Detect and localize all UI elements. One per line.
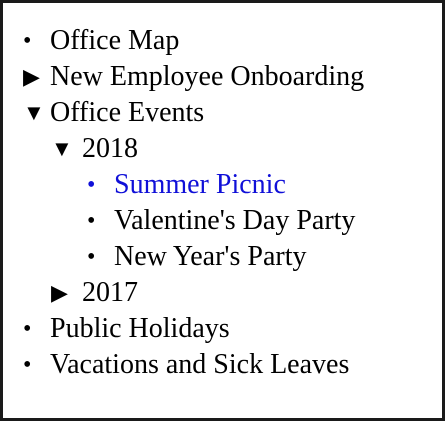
tree-item-label: Summer Picnic <box>114 169 286 200</box>
tree-view-panel: • Office Map ▶ New Employee Onboarding ▼… <box>0 0 445 421</box>
tree-item-label: Vacations and Sick Leaves <box>50 349 350 380</box>
tree-item-label: New Year's Party <box>114 241 307 272</box>
collapse-triangle-icon[interactable]: ▼ <box>23 95 47 131</box>
bullet-icon: • <box>23 28 32 54</box>
tree-item-label: New Employee Onboarding <box>50 61 365 92</box>
collapse-triangle-icon[interactable]: ▼ <box>51 131 75 167</box>
bullet-icon: • <box>23 352 32 378</box>
tree-item-label: Public Holidays <box>50 313 230 344</box>
tree-item-label: Valentine's Day Party <box>114 205 356 236</box>
bullet-icon: • <box>87 172 96 198</box>
expand-triangle-icon[interactable]: ▶ <box>23 59 47 95</box>
expand-triangle-icon[interactable]: ▶ <box>51 275 75 311</box>
bullet-icon: • <box>23 316 32 342</box>
tree-item-label: Office Map <box>50 25 180 56</box>
bullet-icon: • <box>87 244 96 270</box>
tree-item-label: 2018 <box>82 133 138 164</box>
tree-item-label: Office Events <box>50 97 205 128</box>
bullet-icon: • <box>87 208 96 234</box>
tree-item-label: 2017 <box>82 277 138 308</box>
